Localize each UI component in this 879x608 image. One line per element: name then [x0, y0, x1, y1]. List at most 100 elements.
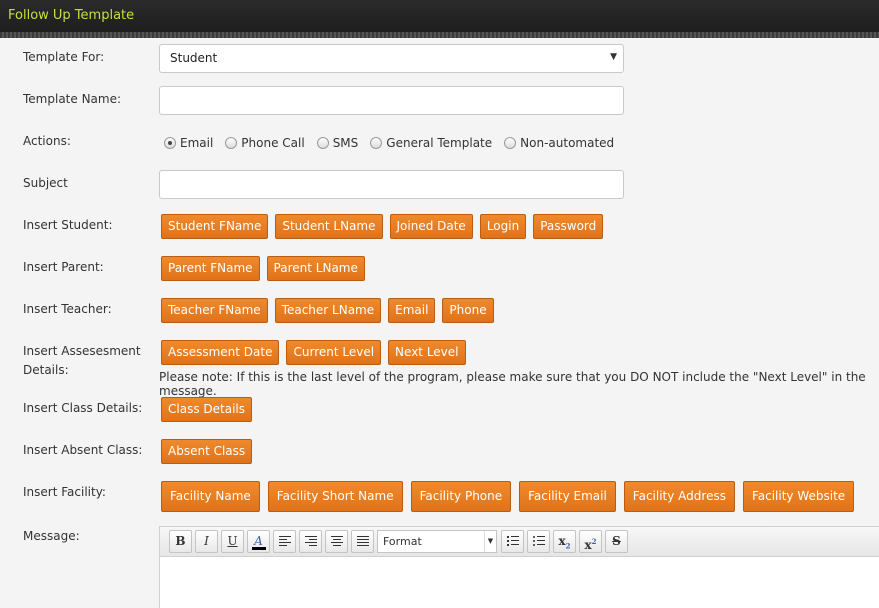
- insert-assessment-label-line1: Insert Assesesment: [23, 344, 141, 358]
- insert-absent-class-button[interactable]: Absent Class: [161, 439, 253, 464]
- radio-non-automated-label: Non-automated: [520, 136, 615, 150]
- superscript-button[interactable]: x2: [579, 530, 602, 553]
- insert-student-buttons: Student FName Student LName Joined Date …: [161, 214, 610, 239]
- font-color-swatch: [252, 547, 266, 550]
- radio-unchecked-icon[interactable]: [225, 137, 238, 149]
- insert-parent-buttons: Parent FName Parent LName: [161, 256, 372, 281]
- insert-student-lname-button[interactable]: Student LName: [275, 214, 383, 239]
- align-justify-button[interactable]: [351, 530, 374, 553]
- radio-phone-call-label: Phone Call: [241, 136, 305, 150]
- unordered-list-icon: [533, 536, 545, 546]
- ordered-list-button[interactable]: [501, 530, 524, 553]
- insert-student-label: Insert Student:: [23, 218, 113, 232]
- insert-facility-short-name-button[interactable]: Facility Short Name: [267, 481, 403, 512]
- insert-absent-buttons: Absent Class: [161, 439, 259, 464]
- insert-facility-label: Insert Facility:: [23, 485, 106, 499]
- insert-class-label: Insert Class Details:: [23, 401, 143, 415]
- chevron-down-icon: ▼: [610, 52, 617, 62]
- italic-icon: I: [204, 534, 209, 548]
- format-select-value: Format: [383, 535, 422, 548]
- radio-unchecked-icon[interactable]: [504, 137, 517, 149]
- font-color-icon: A: [254, 534, 263, 548]
- strikethrough-button[interactable]: S: [605, 530, 628, 553]
- subject-label: Subject: [23, 176, 68, 190]
- insert-class-details-button[interactable]: Class Details: [161, 397, 252, 422]
- message-textarea[interactable]: [160, 558, 879, 608]
- insert-class-buttons: Class Details: [161, 397, 259, 422]
- actions-label: Actions:: [23, 134, 71, 148]
- insert-facility-name-button[interactable]: Facility Name: [161, 481, 260, 512]
- insert-assessment-date-button[interactable]: Assessment Date: [161, 340, 280, 365]
- format-select[interactable]: Format ▼: [377, 530, 497, 553]
- message-label: Message:: [23, 529, 80, 543]
- radio-phone-call[interactable]: Phone Call: [225, 136, 305, 150]
- underline-icon: U: [227, 534, 238, 548]
- insert-next-level-button[interactable]: Next Level: [388, 340, 466, 365]
- bold-icon: B: [175, 534, 186, 548]
- chevron-down-icon: ▼: [484, 531, 496, 552]
- insert-facility-buttons: Facility Name Facility Short Name Facili…: [161, 481, 862, 512]
- italic-button[interactable]: I: [195, 530, 218, 553]
- align-left-icon: [279, 536, 291, 546]
- insert-teacher-phone-button[interactable]: Phone: [442, 298, 494, 323]
- insert-login-button[interactable]: Login: [479, 214, 527, 239]
- radio-non-automated[interactable]: Non-automated: [504, 136, 614, 150]
- align-right-icon: [305, 536, 317, 546]
- radio-unchecked-icon[interactable]: [370, 137, 383, 149]
- radio-email-label: Email: [180, 136, 214, 150]
- align-center-icon: [331, 536, 343, 546]
- radio-sms[interactable]: SMS: [316, 136, 359, 150]
- subscript-icon: x: [558, 534, 566, 548]
- template-for-label: Template For:: [23, 50, 105, 64]
- superscript-icon: x: [584, 538, 592, 552]
- template-for-value: Student: [170, 51, 218, 65]
- actions-radio-group: Email Phone Call SMS General Template No…: [164, 135, 626, 151]
- radio-unchecked-icon[interactable]: [316, 137, 329, 149]
- insert-teacher-fname-button[interactable]: Teacher FName: [161, 298, 268, 323]
- superscript-mark: 2: [591, 537, 597, 546]
- insert-teacher-label: Insert Teacher:: [23, 302, 112, 316]
- font-color-button[interactable]: A: [247, 530, 270, 553]
- radio-sms-label: SMS: [332, 136, 359, 150]
- insert-parent-label: Insert Parent:: [23, 260, 104, 274]
- form-container: Template For: Student ▼ Template Name: A…: [0, 38, 879, 608]
- insert-student-fname-button[interactable]: Student FName: [161, 214, 269, 239]
- insert-facility-address-button[interactable]: Facility Address: [623, 481, 735, 512]
- subscript-button[interactable]: x2: [553, 530, 576, 553]
- editor-toolbar: B I U A Format ▼ x2 x2 S: [160, 527, 879, 557]
- header-bar: Follow Up Template: [0, 0, 879, 34]
- unordered-list-button[interactable]: [527, 530, 550, 553]
- insert-current-level-button[interactable]: Current Level: [286, 340, 382, 365]
- next-level-note: Please note: If this is the last level o…: [159, 370, 866, 398]
- insert-facility-email-button[interactable]: Facility Email: [519, 481, 616, 512]
- underline-button[interactable]: U: [221, 530, 244, 553]
- bold-button[interactable]: B: [169, 530, 192, 553]
- strikethrough-icon: S: [612, 534, 621, 548]
- radio-general-template[interactable]: General Template: [370, 136, 492, 150]
- radio-email[interactable]: Email: [164, 136, 213, 150]
- insert-joined-date-button[interactable]: Joined Date: [389, 214, 473, 239]
- align-center-button[interactable]: [325, 530, 348, 553]
- align-left-button[interactable]: [273, 530, 296, 553]
- insert-assessment-buttons: Assessment Date Current Level Next Level: [161, 340, 473, 365]
- insert-teacher-lname-button[interactable]: Teacher LName: [274, 298, 382, 323]
- radio-general-template-label: General Template: [386, 136, 493, 150]
- insert-facility-website-button[interactable]: Facility Website: [742, 481, 855, 512]
- insert-parent-lname-button[interactable]: Parent LName: [266, 256, 365, 281]
- align-right-button[interactable]: [299, 530, 322, 553]
- template-for-select[interactable]: Student ▼: [159, 44, 624, 73]
- align-justify-icon: [357, 536, 369, 546]
- insert-teacher-email-button[interactable]: Email: [388, 298, 436, 323]
- template-name-input[interactable]: [159, 86, 624, 115]
- radio-checked-icon[interactable]: [164, 137, 176, 149]
- insert-facility-phone-button[interactable]: Facility Phone: [410, 481, 512, 512]
- insert-parent-fname-button[interactable]: Parent FName: [161, 256, 260, 281]
- message-editor: B I U A Format ▼ x2 x2 S: [159, 526, 879, 608]
- insert-password-button[interactable]: Password: [533, 214, 604, 239]
- template-name-label: Template Name:: [23, 92, 122, 106]
- ordered-list-icon: [507, 536, 519, 546]
- insert-absent-label: Insert Absent Class:: [23, 443, 143, 457]
- insert-teacher-buttons: Teacher FName Teacher LName Email Phone: [161, 298, 501, 323]
- subject-input[interactable]: [159, 170, 624, 199]
- insert-assessment-label-line2: Details:: [23, 363, 69, 377]
